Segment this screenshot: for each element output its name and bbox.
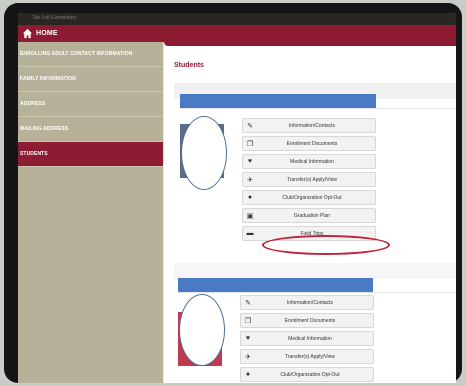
user-icon: ● bbox=[245, 371, 251, 378]
student-avatar bbox=[181, 116, 227, 190]
pencil-icon: ✎ bbox=[245, 299, 251, 307]
sidebar-item-mailing-address[interactable]: MAILING ADDRESS bbox=[18, 117, 163, 142]
medical-information-button[interactable]: ♥ Medical Information bbox=[242, 154, 376, 169]
content-top-accent bbox=[164, 42, 456, 46]
sidebar-item-label: FAMILY INFORMATION bbox=[20, 76, 76, 82]
club-organization-opt-out-button[interactable]: ● Club/Organization Opt-Out bbox=[242, 190, 376, 205]
transfers-apply-view-button[interactable]: ✈ Transfer(s) Apply/View bbox=[242, 172, 376, 187]
bus-icon: ▬ bbox=[246, 230, 254, 237]
home-bar[interactable]: HOME bbox=[18, 25, 456, 42]
top-strip-caption: Tab Left Elementary bbox=[32, 15, 77, 21]
sidebar: ENROLLING ADULT CONTACT INFORMATION FAMI… bbox=[18, 42, 163, 383]
sidebar-item-enrolling-adult[interactable]: ENROLLING ADULT CONTACT INFORMATION bbox=[18, 42, 163, 67]
sidebar-item-students[interactable]: STUDENTS bbox=[18, 142, 163, 167]
home-label: HOME bbox=[36, 30, 58, 37]
student-card-header bbox=[178, 278, 373, 292]
stethoscope-icon: ♥ bbox=[245, 335, 251, 342]
plane-icon: ✈ bbox=[247, 176, 253, 184]
medical-information-button[interactable]: ♥ Medical Information bbox=[240, 331, 374, 346]
main-content: Students ✎ Information/Contacts ❐ Enroll… bbox=[163, 42, 456, 383]
sidebar-item-label: STUDENTS bbox=[20, 151, 48, 157]
section-divider bbox=[174, 263, 456, 279]
sidebar-item-address[interactable]: ADDRESS bbox=[18, 92, 163, 117]
device-bezel: Tab Left Elementary HOME ENROLLING ADULT… bbox=[4, 3, 462, 383]
stethoscope-icon: ♥ bbox=[247, 158, 253, 165]
student-actions: ✎ Information/Contacts ❐ Enrollment Docu… bbox=[242, 118, 376, 244]
sidebar-item-label: ENROLLING ADULT CONTACT INFORMATION bbox=[20, 51, 133, 57]
top-strip: Tab Left Elementary bbox=[18, 13, 456, 25]
documents-icon: ❐ bbox=[244, 317, 252, 325]
sidebar-item-label: ADDRESS bbox=[20, 101, 46, 107]
transfers-apply-view-button[interactable]: ✈ Transfer(s) Apply/View bbox=[240, 349, 374, 364]
student-avatar bbox=[179, 294, 225, 366]
documents-icon: ❐ bbox=[246, 140, 254, 148]
student-actions: ✎ Information/Contacts ❐ Enrollment Docu… bbox=[240, 295, 374, 383]
graduation-plan-button[interactable]: ▣ Graduation Plan bbox=[242, 208, 376, 223]
student-card-rule bbox=[180, 108, 456, 109]
sidebar-item-label: MAILING ADDRESS bbox=[20, 126, 69, 132]
enrollment-documents-button[interactable]: ❐ Enrollment Documents bbox=[240, 313, 374, 328]
mortarboard-icon: ▣ bbox=[246, 212, 254, 220]
graduation-plan-highlight bbox=[262, 235, 390, 255]
user-icon: ● bbox=[247, 194, 253, 201]
page-title: Students bbox=[174, 62, 204, 69]
information-contacts-button[interactable]: ✎ Information/Contacts bbox=[240, 295, 374, 310]
home-icon bbox=[22, 28, 33, 39]
sidebar-item-family-information[interactable]: FAMILY INFORMATION bbox=[18, 67, 163, 92]
information-contacts-button[interactable]: ✎ Information/Contacts bbox=[242, 118, 376, 133]
app-window: Tab Left Elementary HOME ENROLLING ADULT… bbox=[18, 13, 456, 383]
plane-icon: ✈ bbox=[245, 353, 251, 361]
student-card-rule bbox=[178, 292, 456, 293]
club-organization-opt-out-button[interactable]: ● Club/Organization Opt-Out bbox=[240, 367, 374, 382]
pencil-icon: ✎ bbox=[247, 122, 253, 130]
enrollment-documents-button[interactable]: ❐ Enrollment Documents bbox=[242, 136, 376, 151]
student-card-header bbox=[180, 94, 376, 108]
